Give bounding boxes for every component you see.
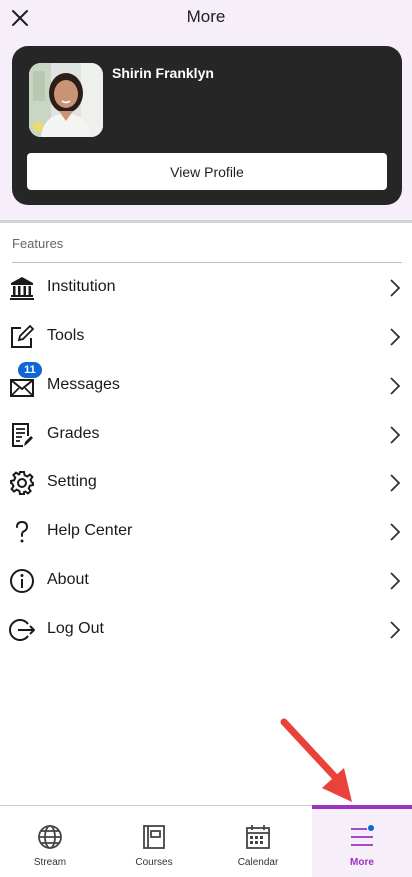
- menu-item-label: Log Out: [47, 620, 104, 637]
- info-icon: [8, 567, 36, 595]
- chevron-right-icon: [390, 426, 401, 444]
- tab-stream[interactable]: Stream: [0, 806, 100, 877]
- menu-item-label: About: [47, 571, 89, 588]
- globe-icon: [38, 825, 62, 849]
- section-divider: [12, 262, 402, 263]
- chevron-right-icon: [390, 328, 401, 346]
- menu-item-help-center[interactable]: Help Center: [0, 508, 412, 556]
- bottom-nav: Stream Courses Calendar More: [0, 805, 412, 877]
- tab-calendar[interactable]: Calendar: [208, 806, 308, 877]
- chevron-right-icon: [390, 621, 401, 639]
- menu-item-log-out[interactable]: Log Out: [0, 606, 412, 654]
- menu-item-grades[interactable]: Grades: [0, 411, 412, 459]
- avatar[interactable]: [29, 63, 103, 137]
- chevron-right-icon: [390, 572, 401, 590]
- page-title: More: [186, 7, 226, 26]
- view-profile-button[interactable]: View Profile: [27, 153, 387, 190]
- header: More: [0, 0, 412, 36]
- institution-icon: [8, 274, 36, 302]
- tab-label: More: [350, 857, 374, 868]
- chevron-right-icon: [390, 474, 401, 492]
- menu-item-label: Institution: [47, 278, 116, 295]
- menu-item-label: Setting: [47, 473, 97, 490]
- question-icon: [8, 518, 36, 546]
- features-section-label: Features: [12, 236, 64, 251]
- tab-label: Calendar: [237, 857, 279, 868]
- chevron-right-icon: [390, 279, 401, 297]
- tab-courses[interactable]: Courses: [104, 806, 204, 877]
- menu-item-label: Help Center: [47, 522, 133, 539]
- chevron-right-icon: [390, 377, 401, 395]
- courses-icon: [143, 825, 165, 849]
- tab-label: Courses: [135, 857, 173, 868]
- messages-count-badge: 11: [18, 362, 42, 378]
- gear-icon: [8, 469, 36, 497]
- annotation-arrow-icon: [280, 718, 352, 802]
- logout-icon: [8, 616, 36, 644]
- tools-edit-icon: [8, 323, 36, 351]
- chevron-right-icon: [390, 523, 401, 541]
- menu-icon: [351, 825, 374, 846]
- top-divider: [0, 220, 412, 223]
- profile-name: Shirin Franklyn: [112, 65, 214, 81]
- calendar-icon: [246, 825, 270, 849]
- menu-item-messages[interactable]: Messages: [0, 362, 412, 410]
- menu-item-about[interactable]: About: [0, 557, 412, 605]
- profile-card: Shirin Franklyn View Profile: [12, 46, 402, 205]
- top-area: More Shirin Franklyn View Profile: [0, 0, 412, 222]
- menu-item-tools[interactable]: Tools: [0, 313, 412, 361]
- menu-item-institution[interactable]: Institution: [0, 264, 412, 312]
- menu-item-label: Messages: [47, 376, 120, 393]
- grades-document-icon: [8, 421, 36, 449]
- menu-item-label: Grades: [47, 425, 100, 442]
- tab-label: Stream: [33, 857, 67, 868]
- tab-more[interactable]: More: [312, 805, 412, 877]
- menu-item-setting[interactable]: Setting: [0, 459, 412, 507]
- menu-item-label: Tools: [47, 327, 85, 344]
